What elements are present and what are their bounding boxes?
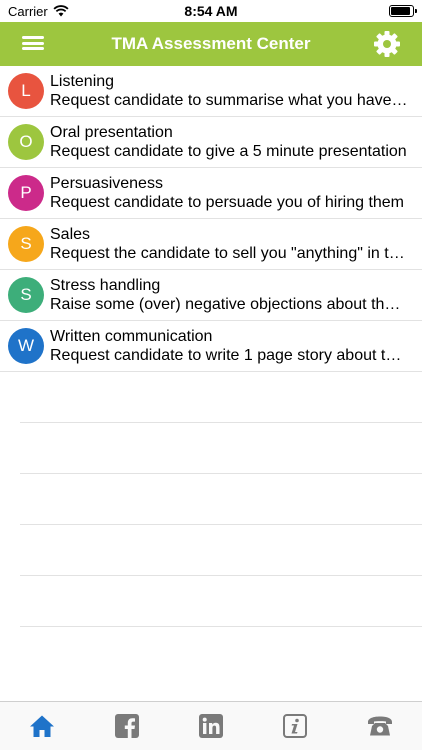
avatar: P	[8, 175, 44, 211]
list-item[interactable]: O Oral presentation Request candidate to…	[0, 117, 422, 168]
tab-linkedin[interactable]	[181, 706, 241, 746]
empty-row	[20, 423, 422, 474]
status-bar: Carrier 8:54 AM	[0, 0, 422, 22]
list-item-title: Listening	[50, 72, 115, 90]
empty-row	[20, 576, 422, 627]
list-item-text: Written communication Request candidate …	[50, 328, 422, 365]
list-item-text: Sales Request the candidate to sell you …	[50, 226, 422, 263]
list-item-title: Written communication	[50, 327, 213, 345]
tab-bar	[0, 701, 422, 750]
battery-icon	[389, 5, 417, 17]
list-item-subtitle: Raise some (over) negative objections ab…	[50, 295, 408, 313]
list-item-text: Persuasiveness Request candidate to pers…	[50, 175, 422, 212]
menu-icon-bar	[22, 47, 44, 50]
menu-icon-bar	[22, 41, 44, 45]
list-item[interactable]: L Listening Request candidate to summari…	[0, 66, 422, 117]
list-item-title: Persuasiveness	[50, 174, 163, 192]
list-item[interactable]: S Sales Request the candidate to sell yo…	[0, 219, 422, 270]
linkedin-icon	[198, 714, 223, 738]
battery-fill	[391, 7, 410, 15]
tab-facebook[interactable]	[97, 706, 157, 746]
tab-info[interactable]	[265, 706, 325, 746]
list-item-subtitle: Request candidate to summarise what you …	[50, 91, 408, 109]
avatar: W	[8, 328, 44, 364]
menu-button[interactable]	[22, 34, 44, 52]
list-item[interactable]: P Persuasiveness Request candidate to pe…	[0, 168, 422, 219]
list-item-subtitle: Request the candidate to sell you "anyth…	[50, 244, 408, 262]
avatar: O	[8, 124, 44, 160]
info-icon	[283, 714, 308, 738]
status-left: Carrier	[8, 4, 69, 19]
list-item-title: Stress handling	[50, 276, 161, 294]
avatar: L	[8, 73, 44, 109]
empty-row	[20, 372, 422, 423]
list-item[interactable]: W Written communication Request candidat…	[0, 321, 422, 372]
list-item-title: Oral presentation	[50, 123, 173, 141]
empty-row	[20, 525, 422, 576]
avatar: S	[8, 226, 44, 262]
menu-icon-bar	[22, 36, 44, 39]
phone-icon	[367, 716, 392, 736]
list-item-text: Listening Request candidate to summarise…	[50, 73, 422, 110]
list-item-subtitle: Request candidate to persuade you of hir…	[50, 193, 405, 211]
list-item-subtitle: Request candidate to write 1 page story …	[50, 346, 408, 364]
gear-icon	[374, 31, 400, 57]
tab-phone[interactable]	[350, 706, 410, 746]
facebook-icon	[114, 714, 139, 738]
home-icon	[30, 715, 55, 737]
navbar: TMA Assessment Center	[0, 22, 422, 66]
assessment-list: L Listening Request candidate to summari…	[0, 66, 422, 627]
page-title: TMA Assessment Center	[111, 34, 311, 53]
list-item-subtitle: Request candidate to give a 5 minute pre…	[50, 142, 407, 160]
list-item-text: Stress handling Raise some (over) negati…	[50, 277, 422, 314]
list-item-text: Oral presentation Request candidate to g…	[50, 124, 422, 161]
wifi-icon	[53, 5, 69, 17]
avatar: S	[8, 277, 44, 313]
empty-row	[20, 474, 422, 525]
tab-home[interactable]	[12, 706, 72, 746]
list-item-title: Sales	[50, 225, 91, 243]
carrier-label: Carrier	[8, 3, 48, 19]
list-item[interactable]: S Stress handling Raise some (over) nega…	[0, 270, 422, 321]
settings-button[interactable]	[372, 29, 402, 59]
